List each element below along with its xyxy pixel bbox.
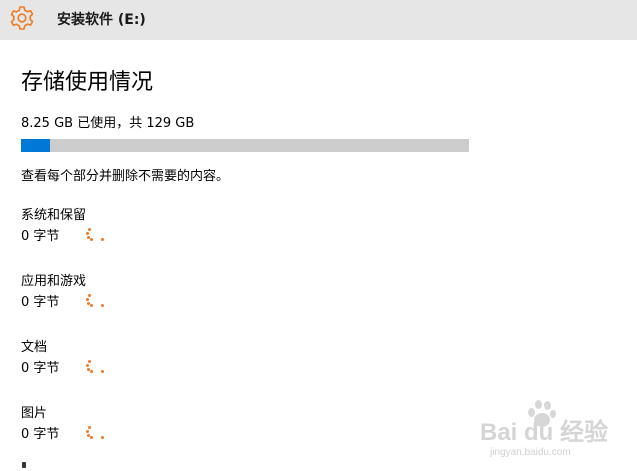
watermark-brand: Bai du 经验 (480, 419, 609, 446)
page-title: 存储使用情况 (21, 70, 154, 95)
intro-text: 查看每个部分并删除不需要的内容。 (21, 169, 230, 184)
category-name: 图片 (21, 406, 48, 421)
watermark-url: jingyan.baidu.com (490, 447, 571, 458)
usage-summary: 8.25 GB 已使用，共 129 GB (21, 116, 195, 131)
usage-bar (21, 139, 469, 152)
usage-bar-fill (21, 139, 50, 152)
category-size: 0 字节 (21, 295, 60, 310)
category-size: 0 字节 (21, 361, 60, 376)
loading-spinner-icon (85, 357, 107, 377)
gear-icon[interactable] (8, 4, 36, 32)
title-bar: 安装软件 (E:) (0, 0, 637, 40)
window-title: 安装软件 (E:) (57, 12, 146, 28)
category-size: 0 字节 (21, 427, 60, 442)
loading-spinner-icon (85, 423, 107, 443)
watermark: Bai du 经验 jingyan.baidu.com (478, 398, 628, 468)
loading-spinner-icon (85, 225, 107, 245)
category-size: 0 字节 (21, 229, 60, 244)
loading-spinner-icon (85, 291, 107, 311)
category-name: 系统和保留 (21, 208, 87, 223)
category-name: 应用和游戏 (21, 274, 87, 289)
category-name: 文档 (21, 340, 48, 355)
partial-category-icon (22, 462, 26, 468)
